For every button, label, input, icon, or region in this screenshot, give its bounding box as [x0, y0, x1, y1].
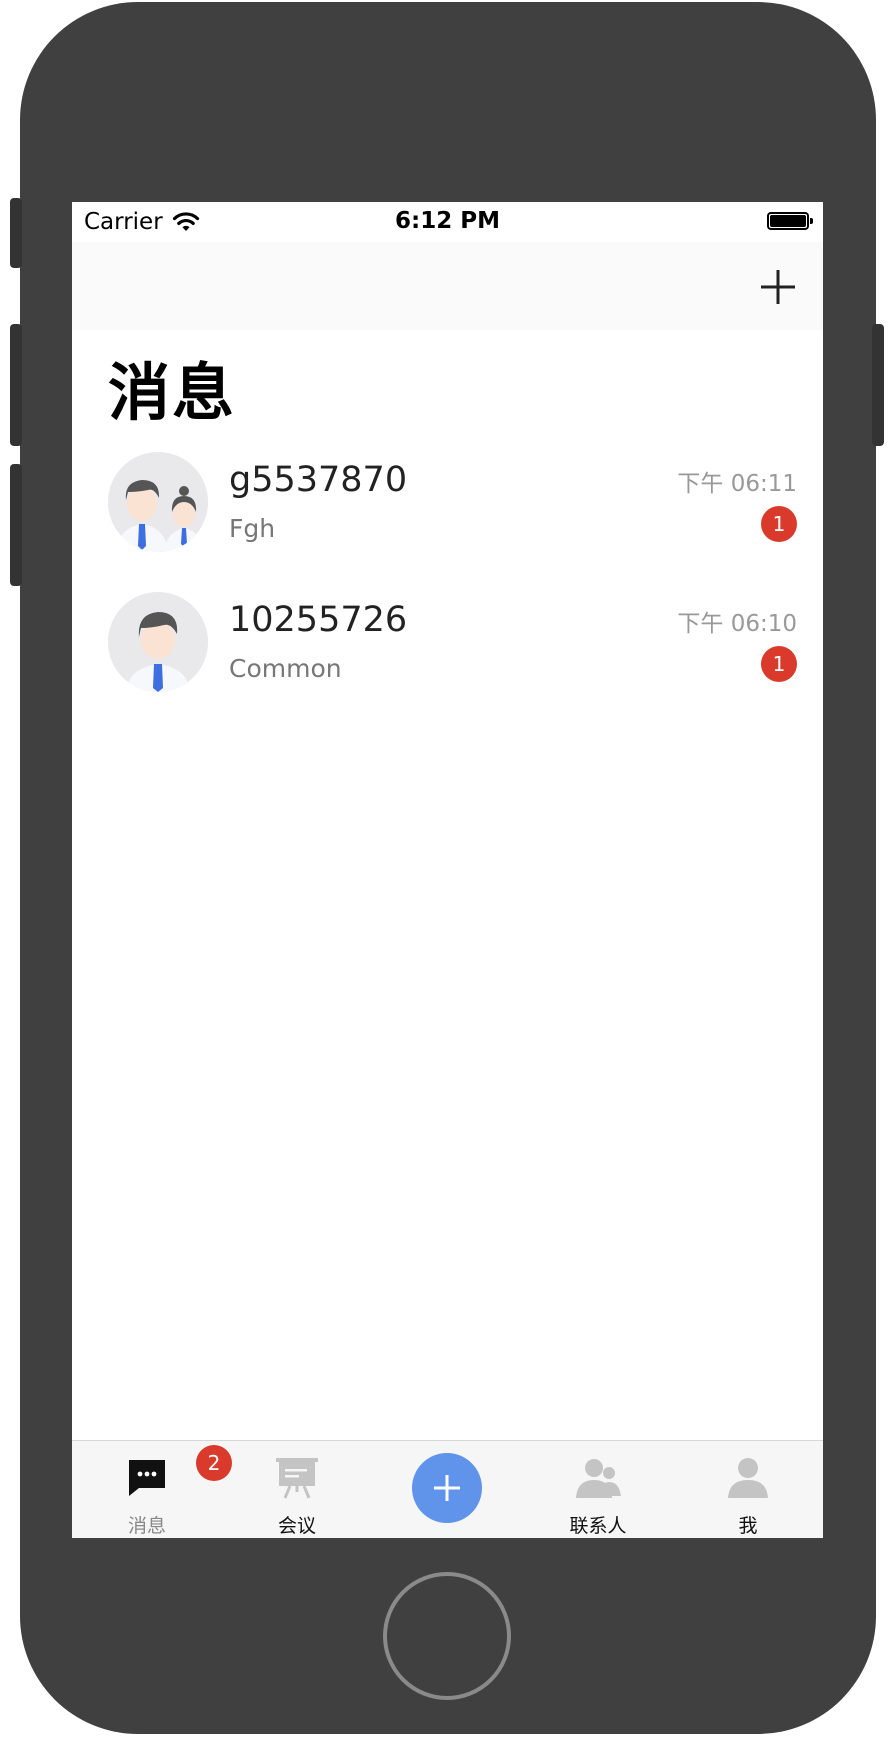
battery-full-icon — [767, 212, 813, 232]
conversation-name: 10255726 — [229, 600, 408, 640]
plus-icon — [434, 1475, 460, 1501]
tab-bar: 消息 2 会议 联系人 我 — [72, 1440, 823, 1538]
tab-contacts[interactable]: 联系人 — [538, 1441, 658, 1538]
plus-icon — [761, 270, 795, 304]
tab-label: 会议 — [277, 1515, 316, 1537]
tab-meetings[interactable]: 会议 — [237, 1441, 357, 1538]
user-avatar-icon — [108, 592, 208, 692]
center-add-button[interactable] — [412, 1453, 482, 1523]
tab-label: 联系人 — [569, 1515, 627, 1537]
unread-badge: 1 — [761, 646, 797, 682]
chat-bubble-icon — [125, 1456, 169, 1504]
conversation-name: g5537870 — [229, 460, 408, 500]
tab-label: 消息 — [127, 1515, 166, 1537]
tab-me[interactable]: 我 — [688, 1441, 808, 1538]
tab-messages[interactable]: 消息 — [87, 1441, 207, 1538]
volume-down-button — [10, 464, 22, 586]
contacts-icon — [573, 1456, 623, 1504]
add-button[interactable] — [753, 262, 803, 312]
conversation-preview: Common — [229, 654, 342, 683]
home-button[interactable] — [383, 1572, 511, 1700]
app-screen: Carrier 6:12 PM 消息 g5537870 Fgh 下午 06:11… — [72, 202, 823, 1538]
conversation-time: 下午 06:11 — [677, 471, 797, 497]
conversation-item[interactable]: g5537870 Fgh 下午 06:11 1 — [72, 442, 823, 582]
unread-badge: 1 — [761, 506, 797, 542]
person-icon — [725, 1456, 771, 1504]
conversation-item[interactable]: 10255726 Common 下午 06:10 1 — [72, 582, 823, 722]
mute-switch — [10, 198, 22, 268]
power-button — [872, 324, 884, 446]
tab-label: 我 — [738, 1515, 758, 1537]
conversation-list: g5537870 Fgh 下午 06:11 1 10255726 Common … — [72, 442, 823, 722]
conversation-preview: Fgh — [229, 514, 276, 543]
tab-badge: 2 — [196, 1445, 232, 1481]
group-avatar-icon — [108, 452, 208, 552]
conversation-time: 下午 06:10 — [677, 611, 797, 637]
navigation-bar — [72, 242, 823, 330]
status-bar: Carrier 6:12 PM — [72, 202, 823, 242]
volume-up-button — [10, 324, 22, 446]
presentation-board-icon — [274, 1456, 320, 1504]
page-title: 消息 — [108, 356, 237, 429]
status-time: 6:12 PM — [395, 208, 500, 234]
